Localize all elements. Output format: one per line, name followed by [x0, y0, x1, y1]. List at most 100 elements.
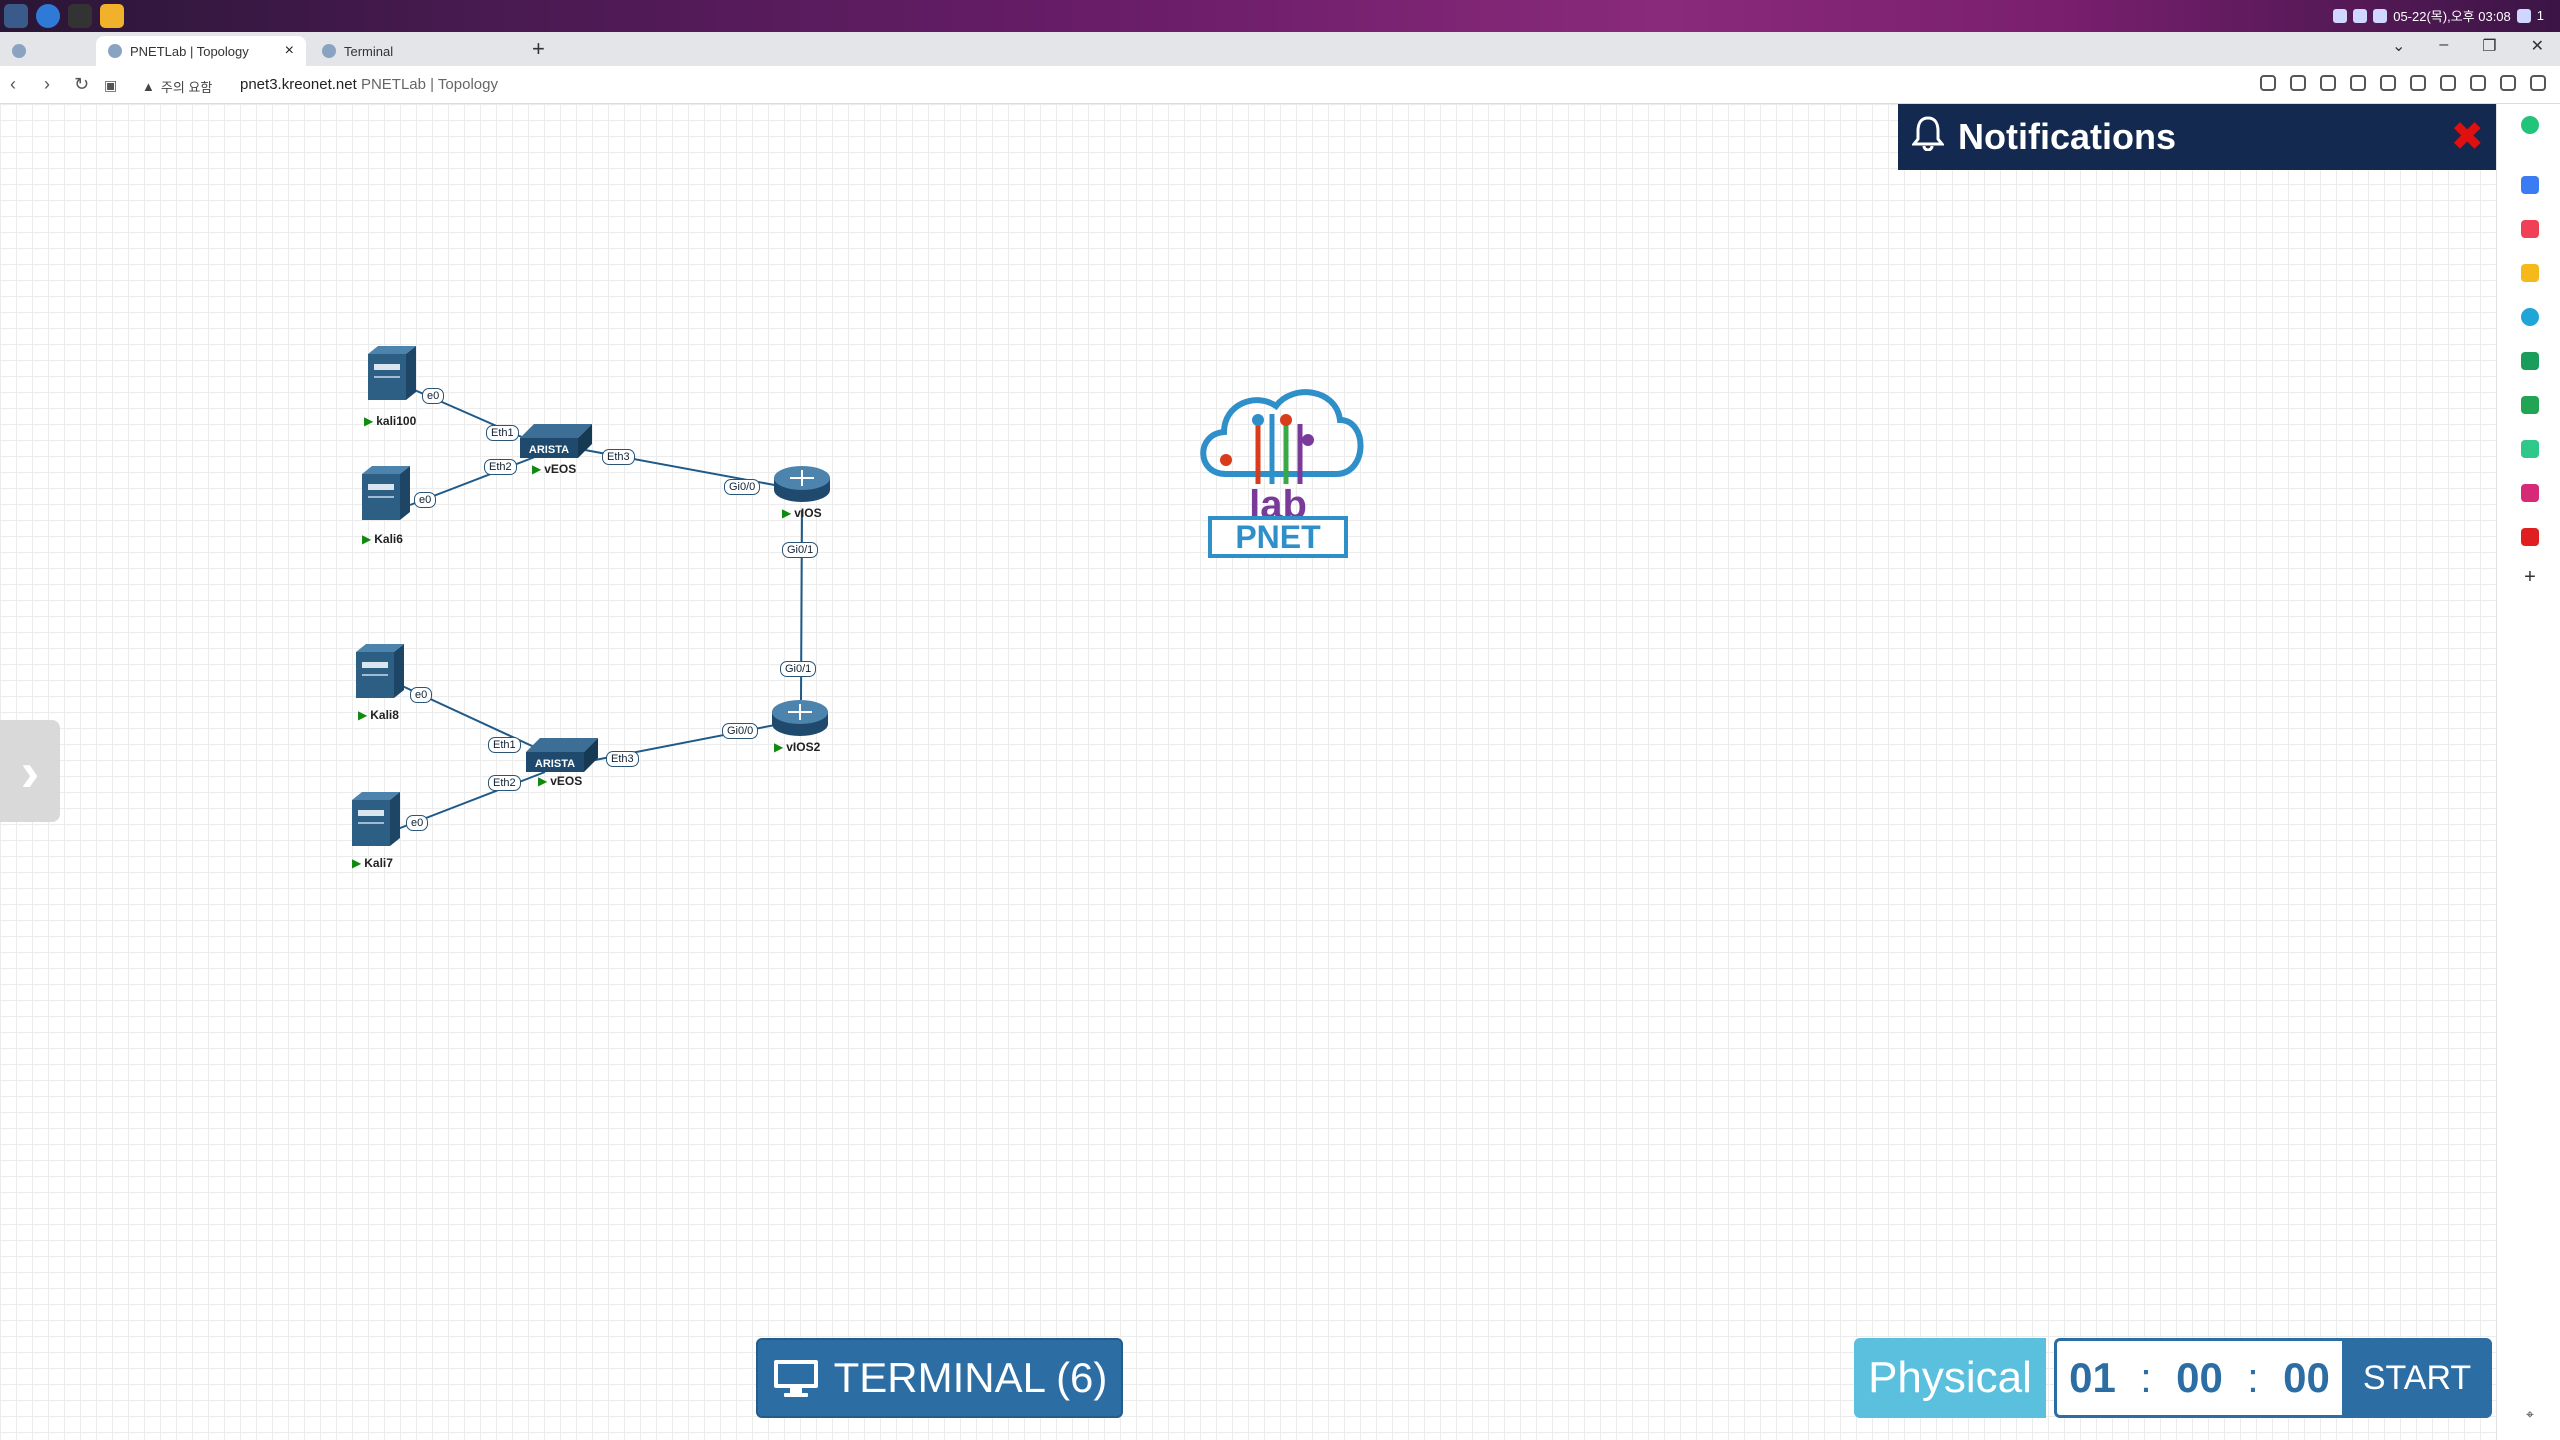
tab-title: PNETLab | Topology — [130, 43, 249, 59]
node-label-vios2[interactable]: ▶ vIOS2 — [774, 740, 820, 754]
instagram-icon[interactable] — [2521, 484, 2539, 502]
port-label[interactable]: Gi0/0 — [724, 479, 761, 495]
files-icon[interactable] — [100, 4, 124, 28]
running-play-icon: ▶ — [352, 856, 362, 870]
tab-terminal[interactable]: Terminal — [310, 36, 520, 66]
shopping-icon[interactable] — [2521, 352, 2539, 370]
youtube-icon[interactable] — [2521, 528, 2539, 546]
screenshot-icon[interactable] — [2440, 75, 2456, 91]
chart-icon[interactable] — [2521, 396, 2539, 414]
security-warning[interactable]: ▲ 주의 요함 — [142, 77, 212, 96]
tab-close-icon[interactable]: × — [285, 42, 294, 60]
warning-icon: ▲ — [142, 79, 155, 94]
notification-bell-icon[interactable] — [2516, 8, 2531, 23]
running-play-icon: ▶ — [538, 774, 548, 788]
timer-separator: : — [2140, 1354, 2152, 1401]
extension-icon[interactable] — [2320, 75, 2336, 91]
browser-icon[interactable] — [36, 4, 60, 28]
node-label-kali100[interactable]: ▶ kali100 — [364, 414, 416, 428]
window-controls: ⌄ – ❐ ✕ — [2392, 36, 2544, 56]
notifications-title: Notifications — [1958, 116, 2177, 157]
port-label[interactable]: Eth3 — [606, 751, 639, 767]
tab-search-icon[interactable]: ⌄ — [2392, 36, 2405, 56]
node-name: kali100 — [376, 414, 417, 428]
node-name: vIOS — [794, 506, 822, 520]
port-label[interactable]: Eth1 — [488, 737, 521, 753]
tray-app-icon[interactable] — [2333, 8, 2348, 23]
browser-tab-strip: PNETLab | Topology × Terminal — [0, 32, 2560, 66]
tab-inactive-back[interactable] — [0, 36, 90, 66]
timer-hours[interactable]: 01 — [2069, 1354, 2116, 1402]
back-icon[interactable]: ‹ — [10, 74, 16, 95]
port-label[interactable]: e0 — [414, 492, 437, 508]
extension-puzzle-icon[interactable] — [2350, 75, 2366, 91]
close-window-button[interactable]: ✕ — [2531, 36, 2544, 56]
restore-button[interactable]: ❐ — [2482, 36, 2496, 56]
start-button[interactable]: START — [2342, 1338, 2492, 1418]
pocket-icon[interactable] — [2521, 220, 2539, 238]
timer-display[interactable]: 01 : 00 : 00 — [2054, 1338, 2342, 1418]
game-icon[interactable] — [2521, 440, 2539, 458]
bookmark-star-icon[interactable] — [2290, 75, 2306, 91]
tray-network-icon[interactable] — [2353, 8, 2368, 23]
tab-favicon-icon — [322, 44, 336, 58]
port-label[interactable]: Eth2 — [484, 459, 517, 475]
menu-kebab-icon[interactable] — [2530, 75, 2546, 91]
node-label-veos1[interactable]: ▶ vEOS — [532, 462, 576, 476]
calendar-icon[interactable] — [2521, 176, 2539, 194]
node-name: vIOS2 — [786, 740, 821, 754]
node-label-kali8[interactable]: ▶ Kali8 — [358, 708, 399, 722]
port-label[interactable]: Gi0/1 — [780, 661, 817, 677]
zoom-icon[interactable] — [2260, 75, 2276, 91]
node-label-vios[interactable]: ▶ vIOS — [782, 506, 822, 520]
timer-separator: : — [2247, 1354, 2259, 1401]
download-icon[interactable] — [2380, 75, 2396, 91]
new-tab-button[interactable]: + — [532, 36, 545, 62]
app-menu-icon[interactable] — [4, 4, 28, 28]
terminal-label: TERMINAL (6) — [833, 1354, 1108, 1401]
port-label[interactable]: e0 — [406, 815, 429, 831]
node-name: Kali6 — [374, 532, 403, 546]
node-label-kali6[interactable]: ▶ Kali6 — [362, 532, 403, 546]
split-view-icon[interactable] — [2470, 75, 2486, 91]
minimize-button[interactable]: – — [2439, 36, 2448, 56]
sidebar-expand-button[interactable]: › — [0, 720, 60, 822]
port-label[interactable]: Eth3 — [602, 449, 635, 465]
port-label[interactable]: Gi0/0 — [722, 723, 759, 739]
topology-canvas[interactable] — [0, 104, 2496, 1440]
terminal-icon[interactable] — [68, 4, 92, 28]
port-label[interactable]: Eth1 — [486, 425, 519, 441]
tab-title: Terminal — [344, 43, 394, 59]
node-label-veos2[interactable]: ▶ vEOS — [538, 774, 582, 788]
star-icon[interactable] — [2521, 264, 2539, 282]
forward-icon[interactable]: › — [44, 74, 50, 95]
port-label[interactable]: e0 — [422, 388, 445, 404]
timer-seconds[interactable]: 00 — [2283, 1354, 2330, 1402]
pinned-favicon-icon — [12, 44, 26, 58]
copilot-icon[interactable] — [2521, 116, 2539, 134]
profile-icon[interactable] — [2500, 75, 2516, 91]
running-play-icon: ▶ — [362, 532, 372, 546]
tab-favicon-icon — [108, 44, 122, 58]
running-play-icon: ▶ — [532, 462, 542, 476]
timer-minutes[interactable]: 00 — [2176, 1354, 2223, 1402]
url-field[interactable]: pnet3.kreonet.net PNETLab | Topology — [240, 76, 498, 93]
port-label[interactable]: Gi0/1 — [782, 542, 819, 558]
tab-pnetlab-topology[interactable]: PNETLab | Topology × — [96, 36, 306, 66]
site-app-icon[interactable]: ▣ — [104, 77, 117, 94]
terminal-button[interactable]: TERMINAL (6) — [756, 1338, 1123, 1418]
clock[interactable]: 05-22(목),오후 03:08 — [2393, 6, 2511, 25]
running-play-icon: ▶ — [364, 414, 374, 428]
pin-icon[interactable]: ⌖ — [2521, 1406, 2539, 1424]
reload-icon[interactable]: ↻ — [74, 74, 89, 95]
close-icon[interactable]: ✖ — [2450, 114, 2484, 160]
port-label[interactable]: e0 — [410, 687, 433, 703]
monitor-icon — [773, 1360, 818, 1397]
node-label-kali7[interactable]: ▶ Kali7 — [352, 856, 393, 870]
port-label[interactable]: Eth2 — [488, 775, 521, 791]
edge-icon[interactable] — [2521, 308, 2539, 326]
physical-mode-button[interactable]: Physical — [1854, 1338, 2046, 1418]
cast-icon[interactable] — [2410, 75, 2426, 91]
tray-volume-icon[interactable] — [2373, 8, 2388, 23]
add-icon[interactable]: + — [2521, 567, 2539, 587]
